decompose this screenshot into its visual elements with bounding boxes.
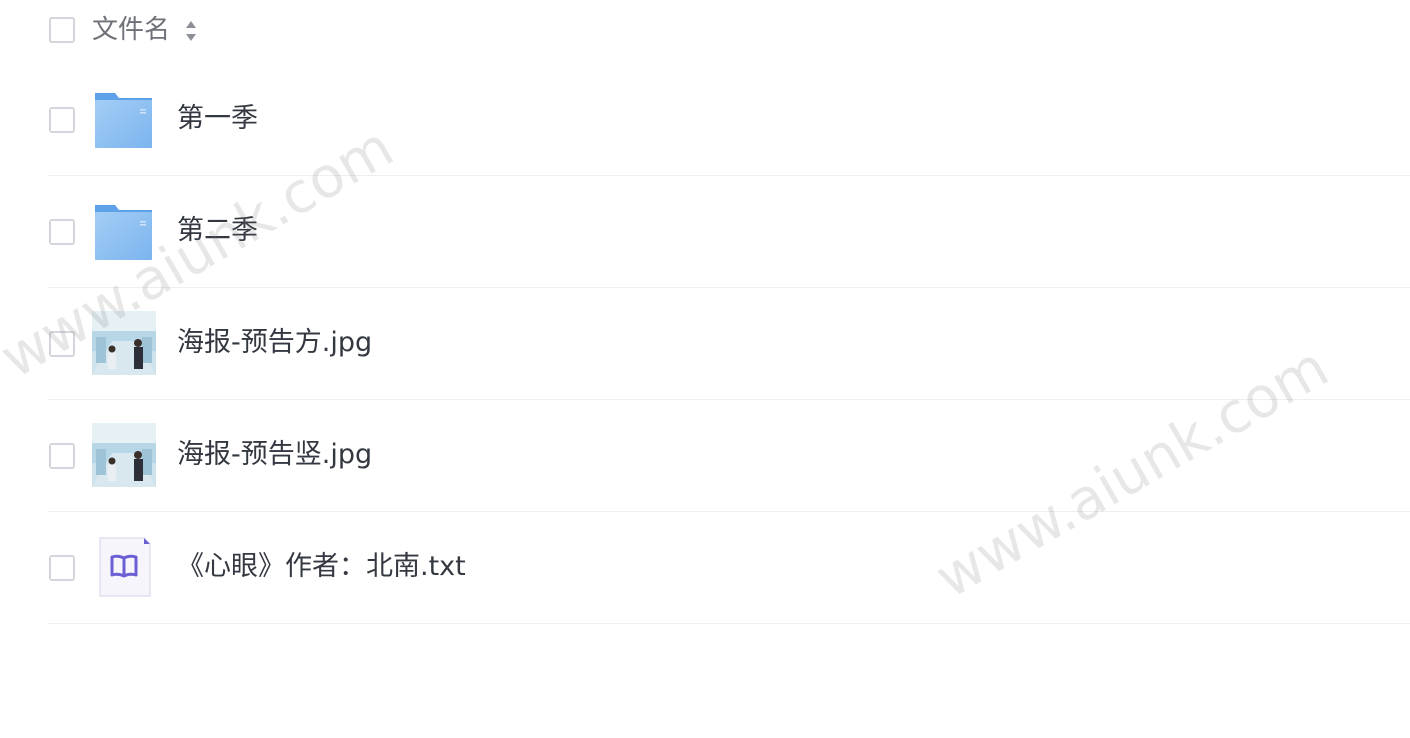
file-name: 第二季 xyxy=(177,215,258,246)
book-icon xyxy=(99,537,151,597)
select-all-checkbox[interactable] xyxy=(49,17,75,43)
file-name: 第一季 xyxy=(177,103,258,134)
file-name: 海报-预告竖.jpg xyxy=(177,439,373,470)
row-checkbox[interactable] xyxy=(49,555,75,581)
row-checkbox[interactable] xyxy=(49,219,75,245)
row-checkbox[interactable] xyxy=(49,331,75,357)
file-row-folder-1[interactable]: 第一季 xyxy=(48,63,1410,176)
sort-icon[interactable] xyxy=(184,19,198,43)
image-thumbnail xyxy=(92,311,156,375)
row-checkbox[interactable] xyxy=(49,107,75,133)
list-header: 文件名 xyxy=(0,0,1410,62)
filename-column-header[interactable]: 文件名 xyxy=(92,13,170,47)
folder-icon xyxy=(95,205,152,260)
folder-icon xyxy=(95,93,152,148)
file-row-text[interactable]: 《心眼》作者：北南.txt xyxy=(48,511,1410,624)
file-row-image-1[interactable]: 海报-预告方.jpg xyxy=(48,287,1410,400)
file-row-image-2[interactable]: 海报-预告竖.jpg xyxy=(48,399,1410,512)
file-name: 《心眼》作者：北南.txt xyxy=(177,551,466,582)
file-row-folder-2[interactable]: 第二季 xyxy=(48,175,1410,288)
file-name: 海报-预告方.jpg xyxy=(177,327,373,358)
image-thumbnail xyxy=(92,423,156,487)
row-checkbox[interactable] xyxy=(49,443,75,469)
